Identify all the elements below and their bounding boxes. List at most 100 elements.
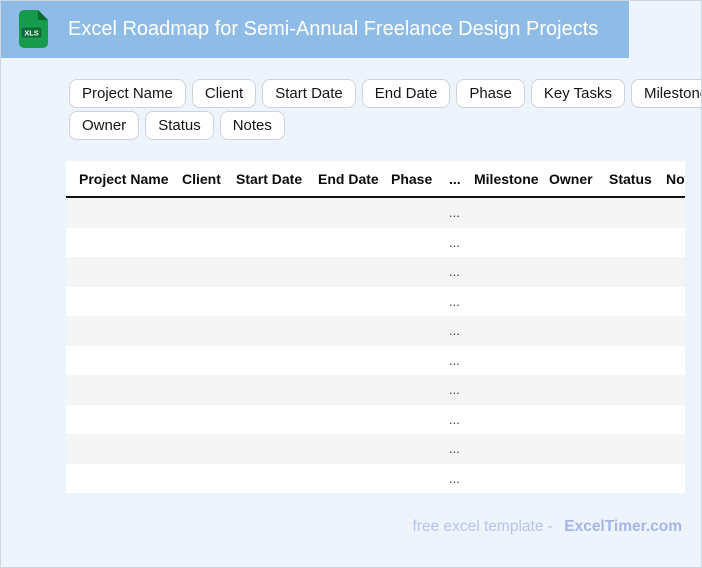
table-cell-empty xyxy=(542,464,602,494)
chip-key-tasks[interactable]: Key Tasks xyxy=(530,79,625,108)
table-cell-empty xyxy=(175,405,229,435)
column-header-end-date: End Date xyxy=(311,161,384,198)
table-cell-empty xyxy=(66,287,175,317)
table-row: ... xyxy=(66,434,685,464)
table-cell-empty xyxy=(229,197,311,228)
column-header-dots: ... xyxy=(442,161,467,198)
table-cell-placeholder: ... xyxy=(442,257,467,287)
table-cell-empty xyxy=(467,434,542,464)
xls-file-icon: XLS xyxy=(19,10,48,48)
table-cell-empty xyxy=(467,257,542,287)
chip-row-2: Owner Status Notes xyxy=(69,111,701,140)
table-cell-empty xyxy=(602,464,659,494)
table-cell-empty xyxy=(311,287,384,317)
table-row: ... xyxy=(66,375,685,405)
table-cell-empty xyxy=(467,405,542,435)
field-chip-list: Project Name Client Start Date End Date Phas… xyxy=(69,79,701,143)
table-cell-empty xyxy=(175,287,229,317)
chip-end-date[interactable]: End Date xyxy=(361,79,451,108)
table-cell-empty xyxy=(311,346,384,376)
table-cell-empty xyxy=(542,228,602,258)
table-cell-empty xyxy=(66,434,175,464)
table-cell-empty xyxy=(384,228,442,258)
table-cell-empty xyxy=(229,257,311,287)
table-cell-empty xyxy=(311,434,384,464)
table-cell-empty xyxy=(602,405,659,435)
table-cell-placeholder: ... xyxy=(449,470,460,486)
table-cell-empty xyxy=(229,287,311,317)
table-cell-empty xyxy=(384,257,442,287)
table-cell-empty xyxy=(311,405,384,435)
chip-project-name[interactable]: Project Name xyxy=(69,79,186,108)
table-cell-empty xyxy=(66,228,175,258)
table-cell-empty xyxy=(175,346,229,376)
table-cell-empty xyxy=(229,405,311,435)
column-header-owner: Owner xyxy=(542,161,602,198)
page: XLS Excel Roadmap for Semi-Annual Freela… xyxy=(0,0,702,568)
table-cell-empty xyxy=(311,257,384,287)
table-cell-empty xyxy=(311,464,384,494)
chip-milestone[interactable]: Milestone xyxy=(630,79,701,108)
table-cell-empty xyxy=(542,287,602,317)
chip-client[interactable]: Client xyxy=(191,79,257,108)
table-cell-empty xyxy=(542,375,602,405)
table-cell-empty xyxy=(542,434,602,464)
table-cell-empty xyxy=(659,464,685,494)
table-cell-empty xyxy=(229,464,311,494)
table-cell-empty xyxy=(659,375,685,405)
column-header-status: Status xyxy=(602,161,659,198)
table-cell-placeholder: ... xyxy=(449,352,460,368)
table-cell-placeholder: ... xyxy=(449,293,460,309)
chip-start-date[interactable]: Start Date xyxy=(262,79,356,108)
table-cell-empty xyxy=(229,375,311,405)
table-cell-empty xyxy=(659,287,685,317)
table-cell-empty xyxy=(602,228,659,258)
table-cell-empty xyxy=(311,316,384,346)
column-header-start-date: Start Date xyxy=(229,161,311,198)
table-row: ... xyxy=(66,228,685,258)
table-cell-empty xyxy=(384,375,442,405)
table-row: ... xyxy=(66,405,685,435)
table-cell-empty xyxy=(602,287,659,317)
table-cell-empty xyxy=(659,434,685,464)
table-cell-empty xyxy=(602,316,659,346)
table-cell-empty xyxy=(602,375,659,405)
table-cell-empty xyxy=(66,197,175,228)
table-row: ... xyxy=(66,464,685,494)
table-cell-empty xyxy=(659,197,685,228)
table-cell-empty xyxy=(175,316,229,346)
exceltimer-link[interactable]: ExcelTimer.com xyxy=(564,518,682,535)
xls-icon-label: XLS xyxy=(24,29,39,38)
table-cell-empty xyxy=(175,197,229,228)
table-cell-empty xyxy=(175,434,229,464)
table-cell-empty xyxy=(229,346,311,376)
table-cell-empty xyxy=(311,197,384,228)
table-cell-empty xyxy=(229,316,311,346)
table-cell-placeholder: ... xyxy=(442,316,467,346)
table-cell-empty xyxy=(467,316,542,346)
chip-notes[interactable]: Notes xyxy=(219,111,285,140)
column-header-phase: Phase xyxy=(384,161,442,198)
table-cell-placeholder: ... xyxy=(442,375,467,405)
table-cell-empty xyxy=(602,197,659,228)
table-header-row: Project Name Client Start Date End Date Phas… xyxy=(66,161,685,198)
chip-status[interactable]: Status xyxy=(145,111,214,140)
table-cell-empty xyxy=(384,405,442,435)
column-header-milestone: Milestone xyxy=(467,161,542,198)
table-row: ... xyxy=(66,287,685,317)
table-cell-empty xyxy=(229,228,311,258)
table-row: ... xyxy=(66,346,685,376)
table-cell-empty xyxy=(384,316,442,346)
table-cell-placeholder: ... xyxy=(449,411,460,427)
table-cell-placeholder: ... xyxy=(442,197,467,228)
table-cell-empty xyxy=(229,434,311,464)
column-header-project-name: Project Name xyxy=(66,161,175,198)
roadmap-table-container: Project Name Client Start Date End Date Phas… xyxy=(66,161,685,493)
table-cell-empty xyxy=(66,464,175,494)
table-cell-empty xyxy=(542,316,602,346)
table-cell-empty xyxy=(311,375,384,405)
table-cell-placeholder: ... xyxy=(442,434,467,464)
table-cell-empty xyxy=(384,346,442,376)
chip-phase[interactable]: Phase xyxy=(456,79,525,108)
chip-owner[interactable]: Owner xyxy=(69,111,140,140)
